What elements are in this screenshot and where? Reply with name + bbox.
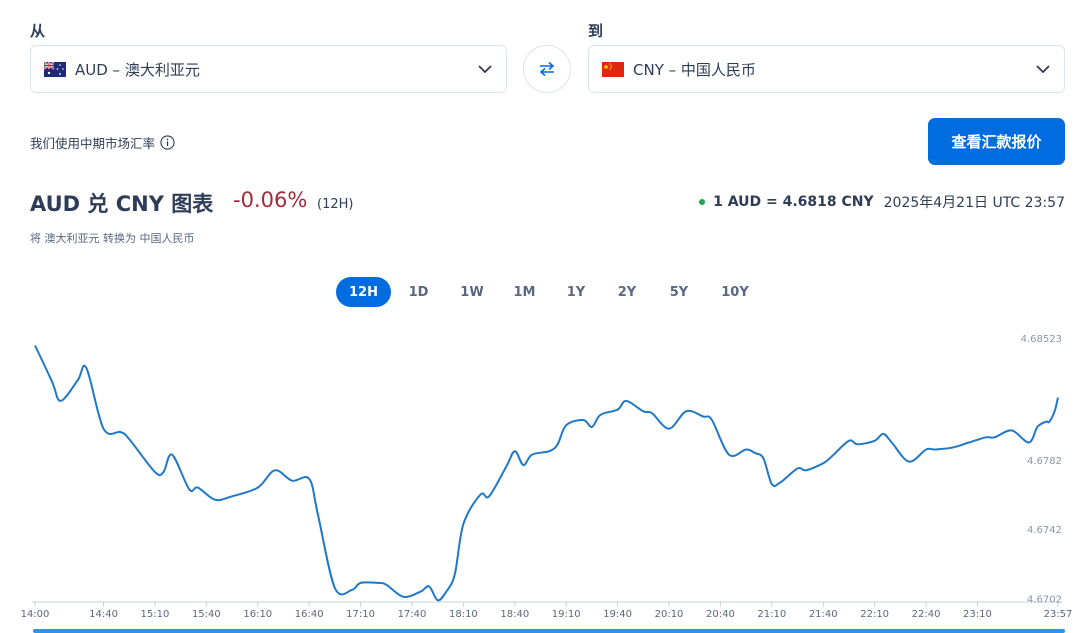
y-tick-label: 4.6702 (1027, 595, 1062, 606)
from-currency-select[interactable]: AUD – 澳大利亚元 (30, 45, 507, 93)
chevron-down-icon (478, 65, 492, 74)
x-tick-label: 19:40 (603, 609, 632, 620)
from-currency-text: AUD – 澳大利亚元 (75, 60, 200, 79)
x-tick-label: 15:10 (141, 609, 170, 620)
x-tick-label: 17:10 (346, 609, 375, 620)
y-tick-label: 4.6782 (1027, 456, 1062, 467)
rate-series-line (34, 345, 1059, 602)
x-tick-label: 23:57 (1044, 609, 1073, 620)
flag-china-icon (602, 61, 624, 77)
tab-1w[interactable]: 1W (446, 277, 498, 307)
x-tick-label: 22:40 (912, 609, 941, 620)
tab-10y[interactable]: 10Y (705, 277, 765, 307)
current-rate: 1 AUD = 4.6818 CNY 2025年4月21日 UTC 23:57 (699, 192, 1065, 212)
rate-timestamp: 2025年4月21日 UTC 23:57 (883, 195, 1065, 211)
tab-1d[interactable]: 1D (391, 277, 446, 307)
timeframe-tabs: 12H 1D 1W 1M 1Y 2Y 5Y 10Y (336, 277, 765, 307)
tab-1y[interactable]: 1Y (551, 277, 601, 307)
change-period: (12H) (317, 197, 354, 212)
live-dot-icon (699, 199, 706, 205)
to-currency-select[interactable]: CNY – 中国人民币 (588, 45, 1065, 93)
rate-chart[interactable]: 14:00 14:40 15:10 15:40 16:10 16:40 17:10 17:40… (0, 320, 1080, 625)
flag-australia-icon (44, 61, 66, 77)
tab-1m[interactable]: 1M (498, 277, 551, 307)
x-tick-label: 14:00 (21, 609, 50, 620)
y-tick-label: 4.6742 (1027, 525, 1062, 536)
tab-5y[interactable]: 5Y (653, 277, 705, 307)
x-tick-label: 14:40 (89, 609, 118, 620)
x-tick-label: 17:40 (398, 609, 427, 620)
info-icon[interactable] (160, 135, 175, 150)
rate-change: -0.06% (233, 188, 308, 212)
chevron-down-icon (1036, 65, 1050, 74)
mid-market-note: 我们使用中期市场汇率 (30, 133, 175, 152)
from-label: 从 (30, 22, 46, 40)
x-tick-label: 18:40 (500, 609, 529, 620)
view-quote-button[interactable]: 查看汇款报价 (928, 118, 1065, 165)
to-currency-text: CNY – 中国人民币 (633, 60, 756, 79)
to-label: 到 (588, 22, 604, 40)
x-tick-label: 15:40 (192, 609, 221, 620)
x-tick-label: 18:10 (449, 609, 478, 620)
x-tick-label: 19:10 (552, 609, 581, 620)
swap-arrows-icon (539, 61, 555, 77)
x-tick-label: 22:10 (860, 609, 889, 620)
x-tick-label: 16:40 (295, 609, 324, 620)
rate-value: 1 AUD = 4.6818 CNY (713, 194, 874, 210)
chart-range-scrollbar[interactable] (33, 629, 1065, 633)
chart-title: AUD 兑 CNY 图表 (30, 192, 214, 216)
tab-12h[interactable]: 12H (336, 277, 391, 307)
tab-2y[interactable]: 2Y (601, 277, 653, 307)
x-tick-label: 23:10 (963, 609, 992, 620)
x-tick-label: 21:10 (757, 609, 786, 620)
x-tick-label: 16:10 (243, 609, 272, 620)
swap-currencies-button[interactable] (523, 45, 571, 93)
conversion-subtitle: 将 澳大利亚元 转换为 中国人民币 (30, 232, 195, 245)
x-tick-label: 21:40 (809, 609, 838, 620)
mid-market-note-text: 我们使用中期市场汇率 (30, 136, 156, 151)
x-tick-label: 20:40 (706, 609, 735, 620)
x-tick-label: 20:10 (655, 609, 684, 620)
y-tick-label: 4.68523 (1021, 334, 1062, 345)
